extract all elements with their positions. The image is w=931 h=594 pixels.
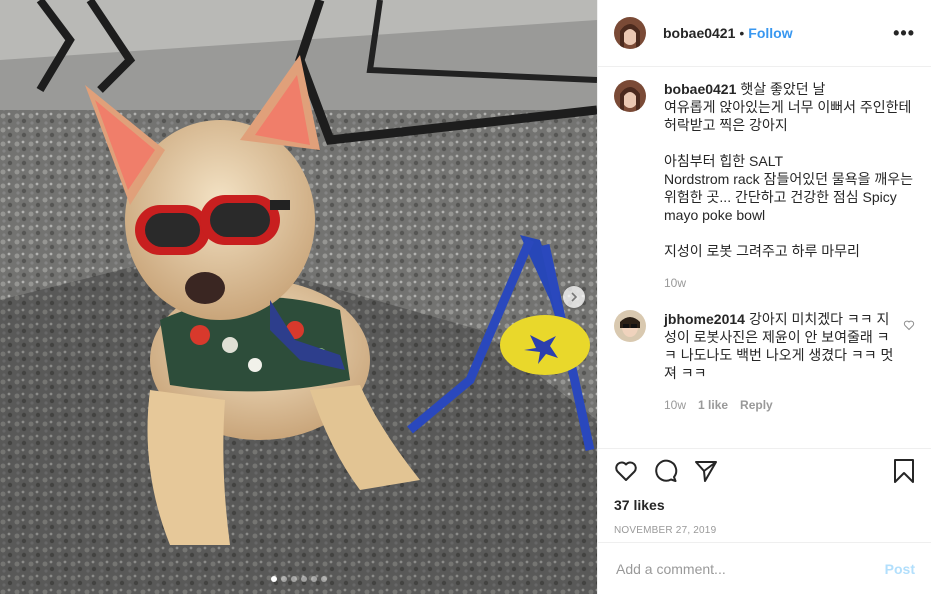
carousel-dot [280, 576, 287, 582]
add-comment-bar: Post [598, 542, 931, 594]
carousel-dot [270, 576, 277, 582]
comment-icon [655, 459, 678, 482]
caption-username[interactable]: bobae0421 [664, 81, 736, 97]
comment-username[interactable]: jbhome2014 [664, 311, 745, 327]
post-photo[interactable] [0, 0, 597, 594]
header-separator: • [739, 25, 745, 41]
commenter-avatar-icon [614, 310, 646, 342]
caption-text: 햇살 좋았던 날 여유롭게 앉아있는게 너무 이뻐서 주인한테 허락받고 찍은 … [664, 81, 914, 259]
save-button[interactable] [893, 458, 915, 488]
comment-like-button[interactable] [903, 318, 915, 414]
more-options-button[interactable]: ••• [893, 23, 915, 44]
carousel-dot [290, 576, 297, 582]
carousel-dot [320, 576, 327, 582]
reply-button[interactable]: Reply [740, 396, 773, 414]
profile-avatar-icon [614, 80, 646, 112]
carousel-indicator [0, 576, 597, 582]
comment-likes[interactable]: 1 like [698, 396, 728, 414]
post-comment-button[interactable]: Post [885, 561, 915, 577]
post-actions: 37 likes NOVEMBER 27, 2019 [598, 448, 931, 536]
post-header: bobae0421 • Follow ••• [598, 0, 931, 67]
more-dots-icon: ••• [893, 22, 915, 43]
comment-meta: 10w 1 like Reply [664, 396, 897, 414]
dog-photo [0, 0, 597, 594]
carousel-dot [300, 576, 307, 582]
comment-body: jbhome2014 강아지 미치겠다 ㅋㅋ 지성이 로봇사진은 제윤이 안 보여… [664, 310, 897, 414]
comment-time[interactable]: 10w [664, 396, 686, 414]
post-side-panel: bobae0421 • Follow ••• bobae0421 햇살 좋았던 날… [597, 0, 931, 594]
caption-body: bobae0421 햇살 좋았던 날 여유롭게 앉아있는게 너무 이뻐서 주인한테… [664, 80, 915, 292]
header-username[interactable]: bobae0421 [663, 25, 735, 41]
caption: bobae0421 햇살 좋았던 날 여유롭게 앉아있는게 너무 이뻐서 주인한테… [614, 80, 915, 292]
likes-count[interactable]: 37 likes [614, 497, 915, 513]
avatar[interactable] [614, 17, 646, 49]
avatar[interactable] [614, 310, 646, 342]
share-button[interactable] [694, 459, 718, 488]
post-date[interactable]: NOVEMBER 27, 2019 [614, 525, 915, 536]
share-icon [695, 460, 717, 482]
profile-avatar-icon [614, 17, 646, 49]
heart-icon [615, 461, 637, 481]
list-item: jbhome2014 강아지 미치겠다 ㅋㅋ 지성이 로봇사진은 제윤이 안 보여… [614, 310, 915, 414]
action-bar [614, 449, 915, 497]
caption-time[interactable]: 10w [664, 274, 686, 292]
heart-icon [903, 320, 915, 331]
carousel-dot [310, 576, 317, 582]
bookmark-icon [894, 458, 914, 483]
like-button[interactable] [614, 459, 638, 488]
carousel-next-button[interactable] [563, 286, 585, 308]
comment-input[interactable] [614, 559, 885, 578]
follow-button[interactable]: Follow [748, 25, 792, 41]
avatar[interactable] [614, 80, 646, 112]
comments-list[interactable]: bobae0421 햇살 좋았던 날 여유롭게 앉아있는게 너무 이뻐서 주인한테… [614, 80, 915, 448]
caption-meta: 10w [664, 274, 915, 292]
chevron-right-icon [571, 292, 578, 302]
comment-button[interactable] [654, 459, 678, 488]
